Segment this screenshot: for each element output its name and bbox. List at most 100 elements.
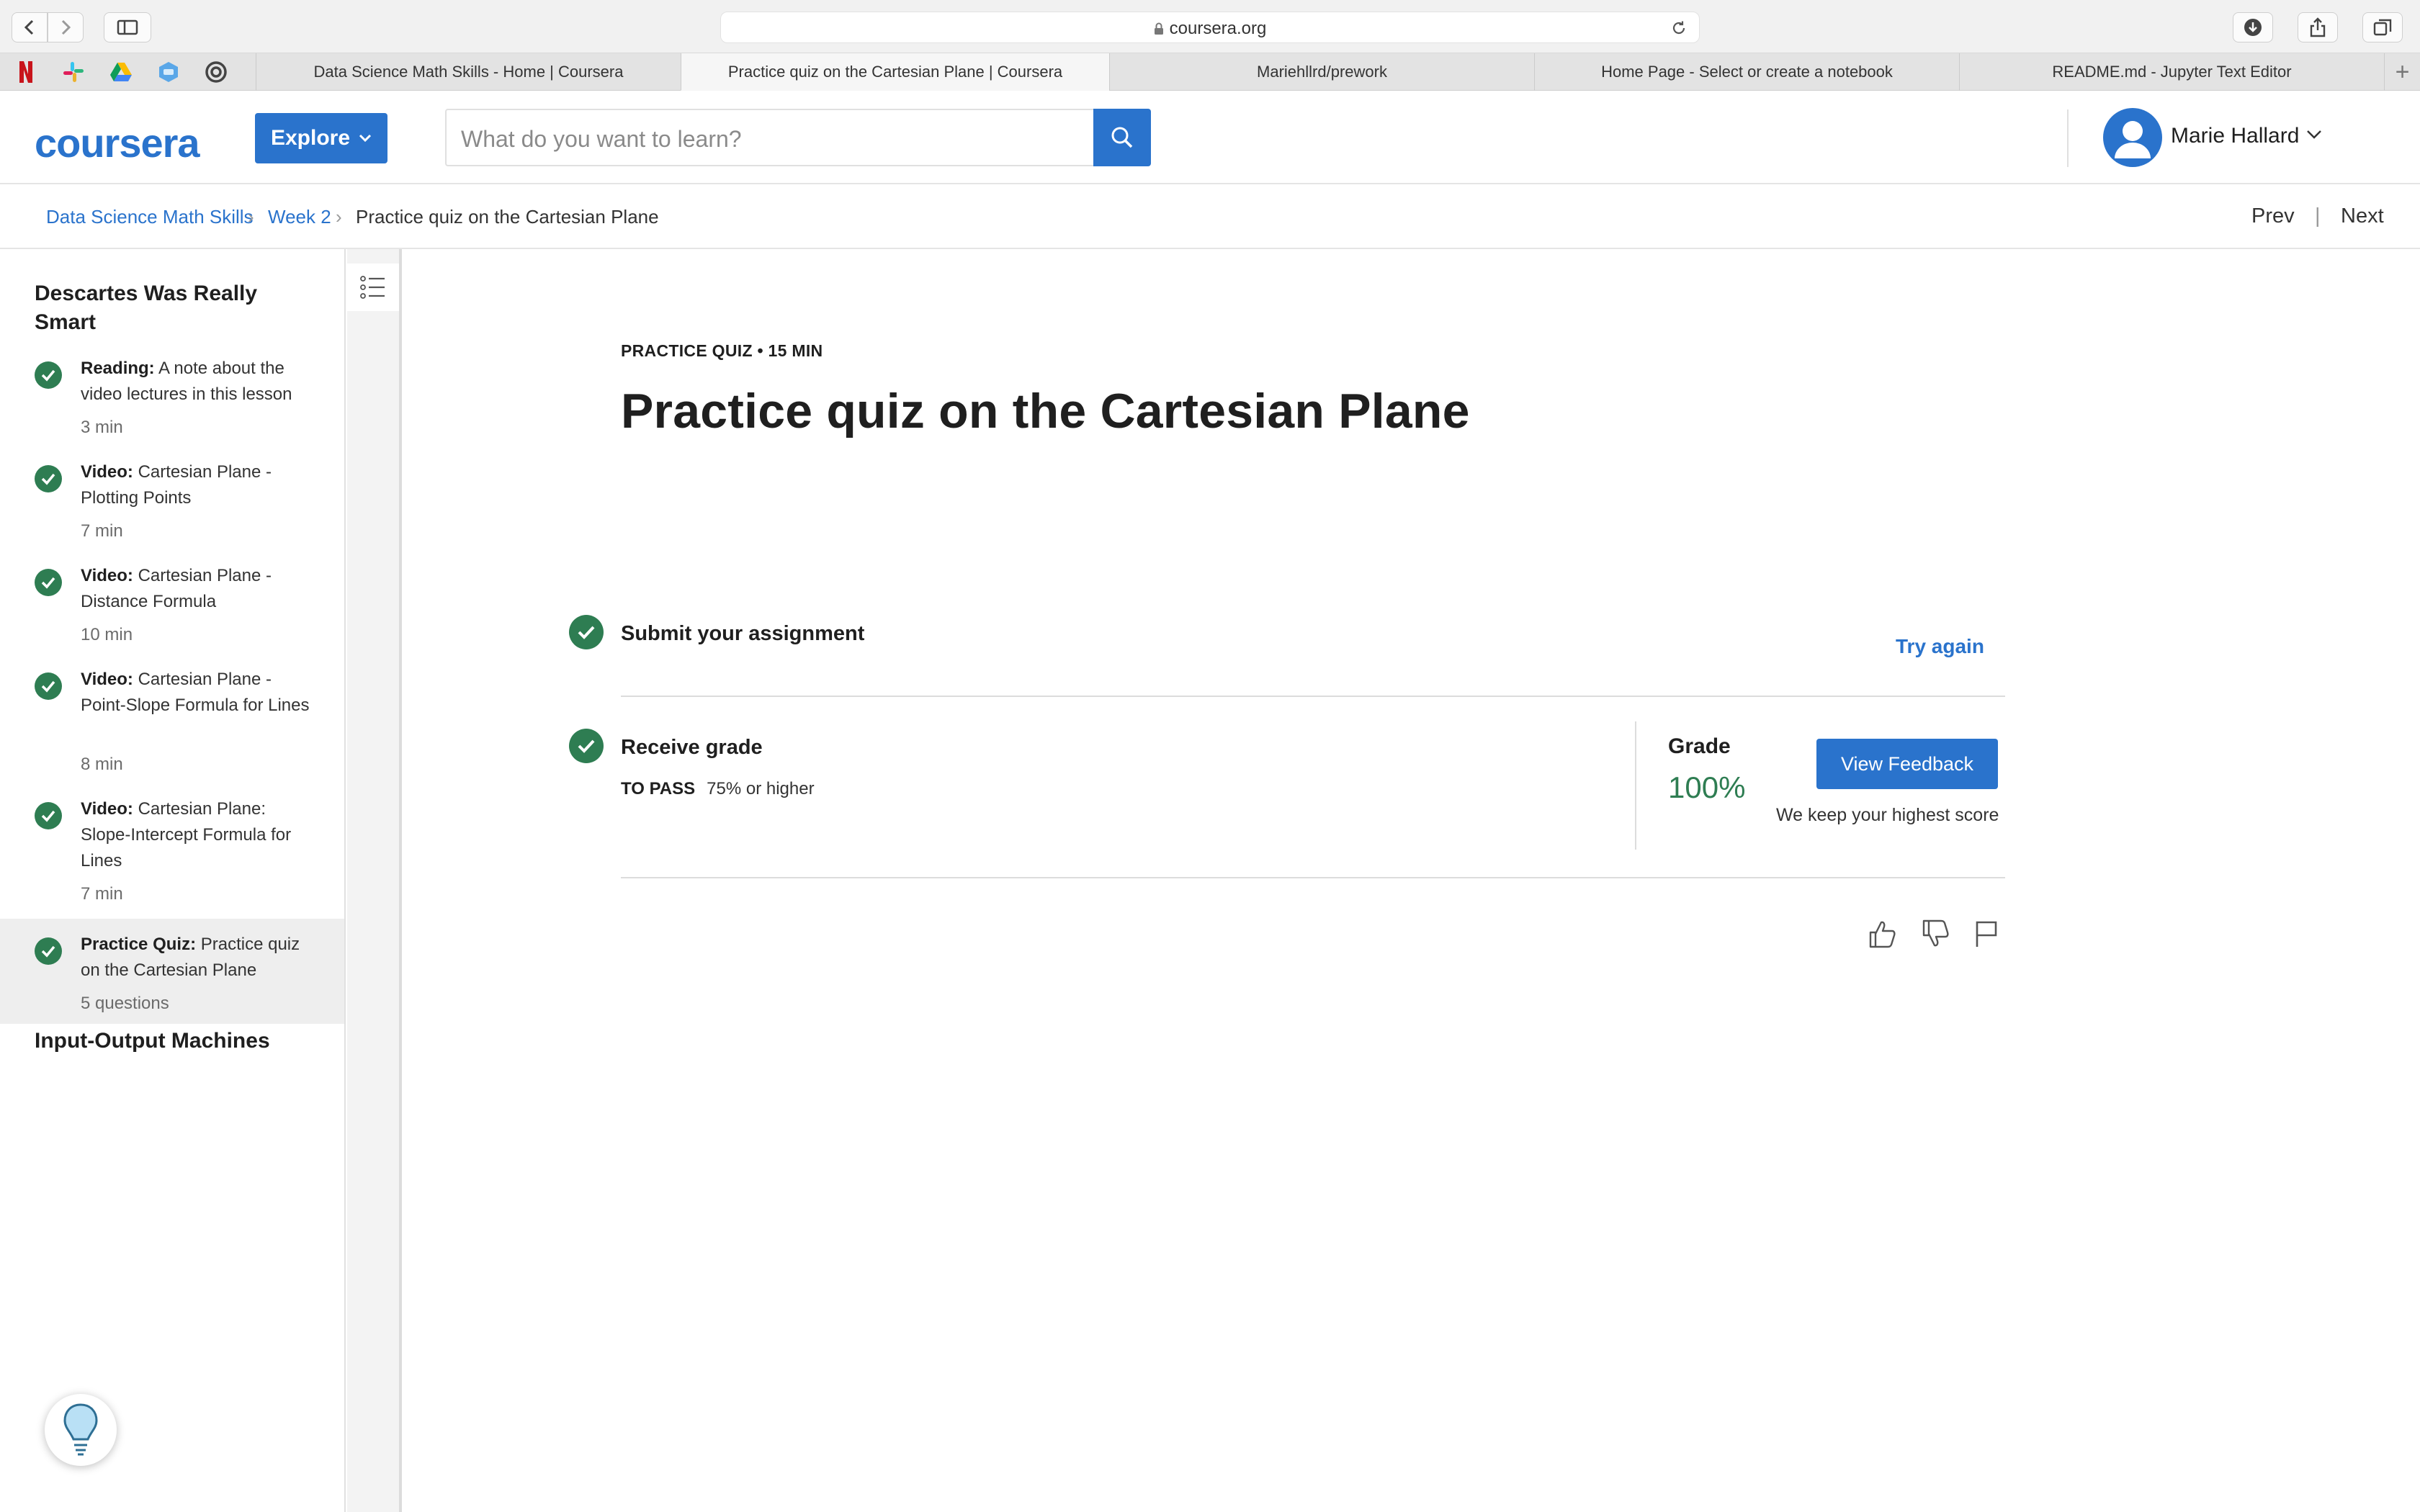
breadcrumb-current: Practice quiz on the Cartesian Plane <box>356 206 659 228</box>
tab-practice-quiz[interactable]: Practice quiz on the Cartesian Plane | C… <box>681 53 1109 91</box>
user-avatar-icon <box>2115 121 2151 158</box>
prev-link[interactable]: Prev <box>2251 204 2295 228</box>
netflix-icon[interactable] <box>13 59 39 85</box>
sidebar-item-video-slope-intercept[interactable]: Video: Cartesian Plane: Slope-Intercept … <box>0 796 344 916</box>
new-tab-button[interactable]: + <box>2384 53 2420 91</box>
reload-icon[interactable] <box>1670 19 1688 37</box>
page-title: Practice quiz on the Cartesian Plane <box>621 384 1470 438</box>
sidebar-item-duration: 10 min <box>81 625 133 644</box>
grade-value: 100% <box>1668 770 1746 804</box>
next-link[interactable]: Next <box>2341 204 2384 228</box>
thumbs-down-icon <box>1922 919 1949 947</box>
url-text: coursera.org <box>721 19 1699 39</box>
share-button[interactable] <box>2298 12 2338 42</box>
favorites-bar <box>0 53 256 91</box>
item-kicker: PRACTICE QUIZ • 15 MIN <box>621 341 823 360</box>
explore-button[interactable]: Explore <box>255 113 387 163</box>
completed-check-icon <box>35 569 62 596</box>
sidebar-item-practice-quiz[interactable]: Practice Quiz: Practice quiz on the Cart… <box>0 919 344 1024</box>
sidebar-toggle-button[interactable] <box>104 12 151 42</box>
quiz-main-content: PRACTICE QUIZ • 15 MIN Practice quiz on … <box>405 249 2420 1512</box>
tab-github-prework[interactable]: Mariehllrd/prework <box>1109 53 1534 91</box>
try-again-link[interactable]: Try again <box>1896 635 1984 658</box>
tab-jupyter-readme[interactable]: README.md - Jupyter Text Editor <box>1959 53 2384 91</box>
search-icon <box>1111 127 1133 148</box>
slack-icon[interactable] <box>60 59 86 85</box>
sidebar-item-video-plotting-points[interactable]: Video: Cartesian Plane - Plotting Points… <box>0 459 344 553</box>
site-header: coursera Explore What do you want to lea… <box>0 91 2420 184</box>
header-divider <box>2067 109 2069 167</box>
section-divider <box>621 696 2005 697</box>
user-menu-chevron-icon[interactable] <box>2306 130 2322 140</box>
sidebar-icon <box>117 19 138 35</box>
breadcrumb-week[interactable]: Week 2 <box>268 206 331 228</box>
sidebar-item-label: Practice Quiz: Practice quiz on the Cart… <box>81 935 300 980</box>
tabs-icon <box>2373 19 2392 36</box>
help-lightbulb-button[interactable] <box>45 1394 117 1466</box>
sidebar-item-label: Video: Cartesian Plane - Plotting Points <box>81 462 272 508</box>
toggle-outline-button[interactable] <box>347 264 399 311</box>
browser-toolbar: coursera.org <box>0 0 2420 53</box>
sidebar-item-duration: 7 min <box>81 884 123 904</box>
forward-button[interactable] <box>48 12 84 42</box>
search-button[interactable] <box>1093 109 1151 166</box>
github-icon[interactable] <box>203 59 229 85</box>
breadcrumb-separator: › <box>336 206 342 228</box>
sidebar-item-label: Reading: A note about the video lectures… <box>81 359 292 404</box>
downloads-button[interactable] <box>2233 12 2273 42</box>
search-input[interactable]: What do you want to learn? <box>445 109 1093 166</box>
breadcrumb-course[interactable]: Data Science Math Skills <box>46 206 254 228</box>
sidebar-item-video-distance-formula[interactable]: Video: Cartesian Plane - Distance Formul… <box>0 563 344 657</box>
back-button[interactable] <box>12 12 48 42</box>
thumbs-up-icon <box>1869 921 1896 948</box>
completed-check-icon <box>35 672 62 700</box>
submit-complete-check-icon <box>569 615 604 649</box>
submit-assignment-label: Submit your assignment <box>621 622 865 645</box>
breadcrumb: Data Science Math Skills › Week 2 › Prac… <box>0 184 2420 249</box>
address-bar[interactable]: coursera.org <box>720 12 1700 43</box>
download-icon <box>2244 19 2262 36</box>
sidebar-item-duration: 3 min <box>81 418 123 437</box>
receive-grade-label: Receive grade <box>621 736 763 759</box>
dislike-button[interactable] <box>1917 916 1953 952</box>
lock-icon <box>1154 22 1164 35</box>
report-button[interactable] <box>1968 916 2004 952</box>
sidebar-item-video-point-slope[interactable]: Video: Cartesian Plane - Point-Slope For… <box>0 667 344 786</box>
tab-bar: Data Science Math Skills - Home | Course… <box>0 53 2420 91</box>
section-divider <box>621 877 2005 878</box>
sidebar-item-label: Video: Cartesian Plane: Slope-Intercept … <box>81 799 292 870</box>
google-drive-icon[interactable] <box>108 59 134 85</box>
breadcrumb-separator: › <box>248 206 254 228</box>
grade-label: Grade <box>1668 734 1731 758</box>
like-button[interactable] <box>1864 916 1900 952</box>
completed-check-icon <box>35 465 62 492</box>
module-title: Descartes Was Really Smart <box>35 282 258 334</box>
tab-coursera-home[interactable]: Data Science Math Skills - Home | Course… <box>256 53 681 91</box>
coursera-logo[interactable]: coursera <box>35 120 200 166</box>
next-module-title[interactable]: Input-Output Machines <box>35 1027 270 1056</box>
lightbulb-icon <box>63 1403 98 1456</box>
grade-divider <box>1635 721 1636 850</box>
tab-jupyter-home[interactable]: Home Page - Select or create a notebook <box>1534 53 1959 91</box>
sidebar-item-reading[interactable]: Reading: A note about the video lectures… <box>0 356 344 449</box>
highest-score-note: We keep your highest score <box>1776 805 1999 825</box>
chevron-right-icon <box>61 19 71 35</box>
sidebar-item-duration: 7 min <box>81 521 123 541</box>
share-icon <box>2310 17 2326 37</box>
flag-icon <box>1976 921 1997 947</box>
completed-check-icon <box>35 937 62 965</box>
completed-check-icon <box>35 802 62 829</box>
tab-overview-button[interactable] <box>2362 12 2403 42</box>
sidebar-item-label: Video: Cartesian Plane - Point-Slope For… <box>81 670 310 715</box>
completed-check-icon <box>35 361 62 389</box>
app-shield-icon[interactable] <box>156 59 182 85</box>
list-icon <box>360 276 385 299</box>
chevron-down-icon <box>359 134 372 143</box>
prev-next-divider: | <box>2315 204 2321 228</box>
view-feedback-button[interactable]: View Feedback <box>1816 739 1998 789</box>
user-name[interactable]: Marie Hallard <box>2171 124 2299 148</box>
sidebar-item-duration: 8 min <box>81 755 123 774</box>
explore-label: Explore <box>270 126 351 150</box>
course-outline-sidebar: Descartes Was Really Smart Reading: A no… <box>0 249 346 1512</box>
avatar[interactable] <box>2103 108 2162 167</box>
